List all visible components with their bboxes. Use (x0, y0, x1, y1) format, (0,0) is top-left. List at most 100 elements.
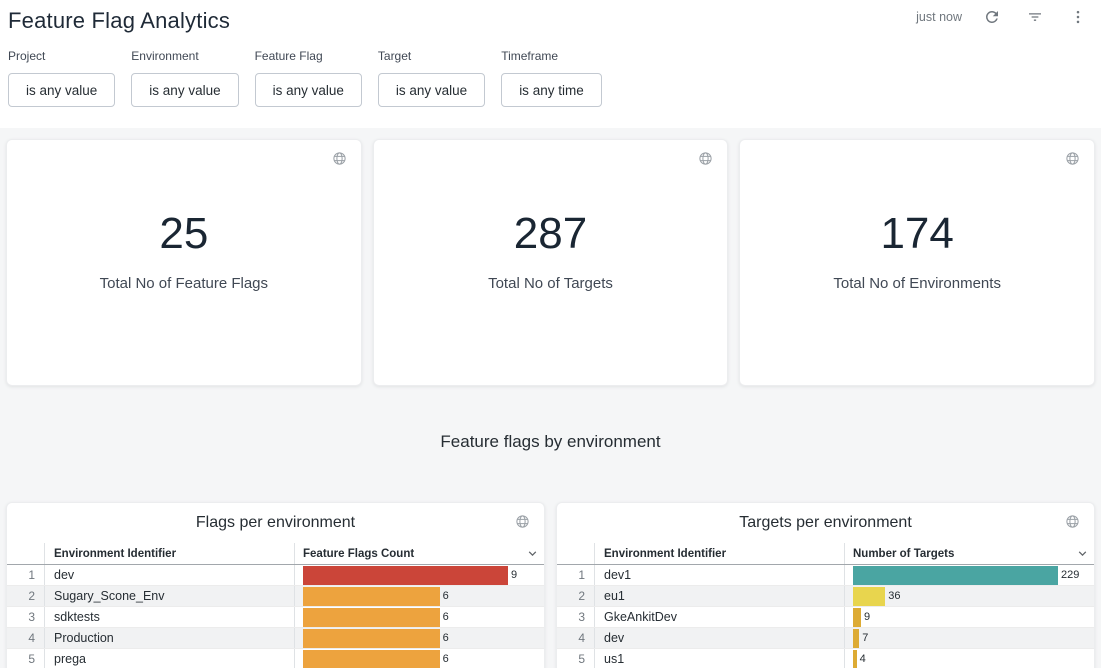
bar-cell[interactable]: 229 (844, 565, 1094, 585)
row-index: 5 (7, 649, 44, 668)
column-header-count[interactable]: Feature Flags Count (294, 543, 544, 564)
environment-cell[interactable]: Production (44, 628, 294, 648)
bar-cell[interactable]: 6 (294, 586, 544, 606)
bar-cell[interactable]: 4 (844, 649, 1094, 668)
table-row: 1 dev 9 (7, 565, 544, 586)
column-header-count[interactable]: Number of Targets (844, 543, 1094, 564)
environment-cell[interactable]: eu1 (594, 586, 844, 606)
bar[interactable] (303, 650, 440, 668)
bar[interactable] (303, 587, 440, 606)
bar-cell[interactable]: 6 (294, 607, 544, 627)
filter-label: Environment (131, 49, 238, 63)
bar-value: 4 (860, 653, 866, 665)
kpi-tiles-row: 25 Total No of Feature Flags 287 Total N… (6, 139, 1095, 386)
globe-icon[interactable] (332, 151, 347, 166)
chart-title: Targets per environment (557, 503, 1094, 543)
bar-cell[interactable]: 7 (844, 628, 1094, 648)
bar-value: 6 (443, 653, 449, 665)
kpi-label: Total No of Targets (488, 275, 613, 292)
chart-targets-per-environment: Targets per environment Environment Iden… (556, 502, 1095, 668)
kpi-label: Total No of Feature Flags (100, 275, 268, 292)
table-row: 2 eu1 36 (557, 586, 1094, 607)
charts-row: Flags per environment Environment Identi… (6, 502, 1095, 668)
filter-feature-flag-button[interactable]: is any value (255, 73, 362, 107)
more-options-icon[interactable] (1069, 8, 1087, 26)
filter-project-button[interactable]: is any value (8, 73, 115, 107)
row-index: 3 (557, 607, 594, 627)
table-row: 2 Sugary_Scone_Env 6 (7, 586, 544, 607)
kpi-label: Total No of Environments (833, 275, 1001, 292)
table-row: 3 GkeAnkitDev 9 (557, 607, 1094, 628)
table-header-row: Environment Identifier Feature Flags Cou… (7, 543, 544, 565)
environment-cell[interactable]: sdktests (44, 607, 294, 627)
filter-environment: Environment is any value (131, 49, 238, 107)
row-index: 3 (7, 607, 44, 627)
filter-environment-button[interactable]: is any value (131, 73, 238, 107)
globe-icon[interactable] (515, 514, 530, 529)
bar[interactable] (853, 608, 861, 627)
bar[interactable] (853, 650, 857, 668)
column-header-environment[interactable]: Environment Identifier (594, 543, 844, 564)
bar[interactable] (303, 608, 440, 627)
filter-timeframe-button[interactable]: is any time (501, 73, 602, 107)
row-number-header (7, 543, 44, 564)
bar-cell[interactable]: 6 (294, 649, 544, 668)
table-row: 5 us1 4 (557, 649, 1094, 668)
bar[interactable] (853, 566, 1058, 585)
tile-content: 25 Total No of Feature Flags (100, 212, 268, 292)
column-header-environment[interactable]: Environment Identifier (44, 543, 294, 564)
row-index: 4 (7, 628, 44, 648)
table-row: 3 sdktests 6 (7, 607, 544, 628)
tile-content: 174 Total No of Environments (833, 212, 1001, 292)
row-number-header (557, 543, 594, 564)
chart-flags-per-environment: Flags per environment Environment Identi… (6, 502, 545, 668)
globe-icon[interactable] (1065, 151, 1080, 166)
bar-value: 6 (443, 590, 449, 602)
bar[interactable] (303, 566, 508, 585)
bar-value: 6 (443, 632, 449, 644)
filter-project: Project is any value (8, 49, 115, 107)
bar-cell[interactable]: 6 (294, 628, 544, 648)
dashboard-header: Feature Flag Analytics just now Project … (0, 0, 1101, 128)
data-table: Environment Identifier Number of Targets… (557, 543, 1094, 668)
tile-total-feature-flags: 25 Total No of Feature Flags (6, 139, 362, 386)
row-index: 5 (557, 649, 594, 668)
environment-cell[interactable]: dev1 (594, 565, 844, 585)
filter-target-button[interactable]: is any value (378, 73, 485, 107)
filter-icon[interactable] (1026, 8, 1044, 26)
globe-icon[interactable] (1065, 514, 1080, 529)
environment-cell[interactable]: Sugary_Scone_Env (44, 586, 294, 606)
bar[interactable] (853, 629, 859, 648)
environment-cell[interactable]: us1 (594, 649, 844, 668)
data-table: Environment Identifier Feature Flags Cou… (7, 543, 544, 668)
refresh-icon[interactable] (983, 8, 1001, 26)
bar-value: 36 (888, 590, 900, 602)
bar[interactable] (853, 587, 885, 606)
bar-value: 7 (862, 632, 868, 644)
kpi-value: 287 (488, 212, 613, 256)
bar-cell[interactable]: 9 (294, 565, 544, 585)
environment-cell[interactable]: dev (44, 565, 294, 585)
row-index: 2 (7, 586, 44, 606)
row-index: 1 (7, 565, 44, 585)
row-index: 1 (557, 565, 594, 585)
bar-cell[interactable]: 9 (844, 607, 1094, 627)
environment-cell[interactable]: prega (44, 649, 294, 668)
bar[interactable] (303, 629, 440, 648)
filter-feature-flag: Feature Flag is any value (255, 49, 362, 107)
bar-cell[interactable]: 36 (844, 586, 1094, 606)
chevron-down-icon[interactable] (1075, 546, 1090, 561)
bar-value: 229 (1061, 569, 1079, 581)
environment-cell[interactable]: dev (594, 628, 844, 648)
tile-total-environments: 174 Total No of Environments (739, 139, 1095, 386)
filter-label: Feature Flag (255, 49, 362, 63)
chevron-down-icon[interactable] (525, 546, 540, 561)
dashboard-body: 25 Total No of Feature Flags 287 Total N… (0, 128, 1101, 668)
row-index: 4 (557, 628, 594, 648)
environment-cell[interactable]: GkeAnkitDev (594, 607, 844, 627)
tile-total-targets: 287 Total No of Targets (373, 139, 729, 386)
tile-content: 287 Total No of Targets (488, 212, 613, 292)
globe-icon[interactable] (698, 151, 713, 166)
table-row: 1 dev1 229 (557, 565, 1094, 586)
bar-value: 9 (864, 611, 870, 623)
